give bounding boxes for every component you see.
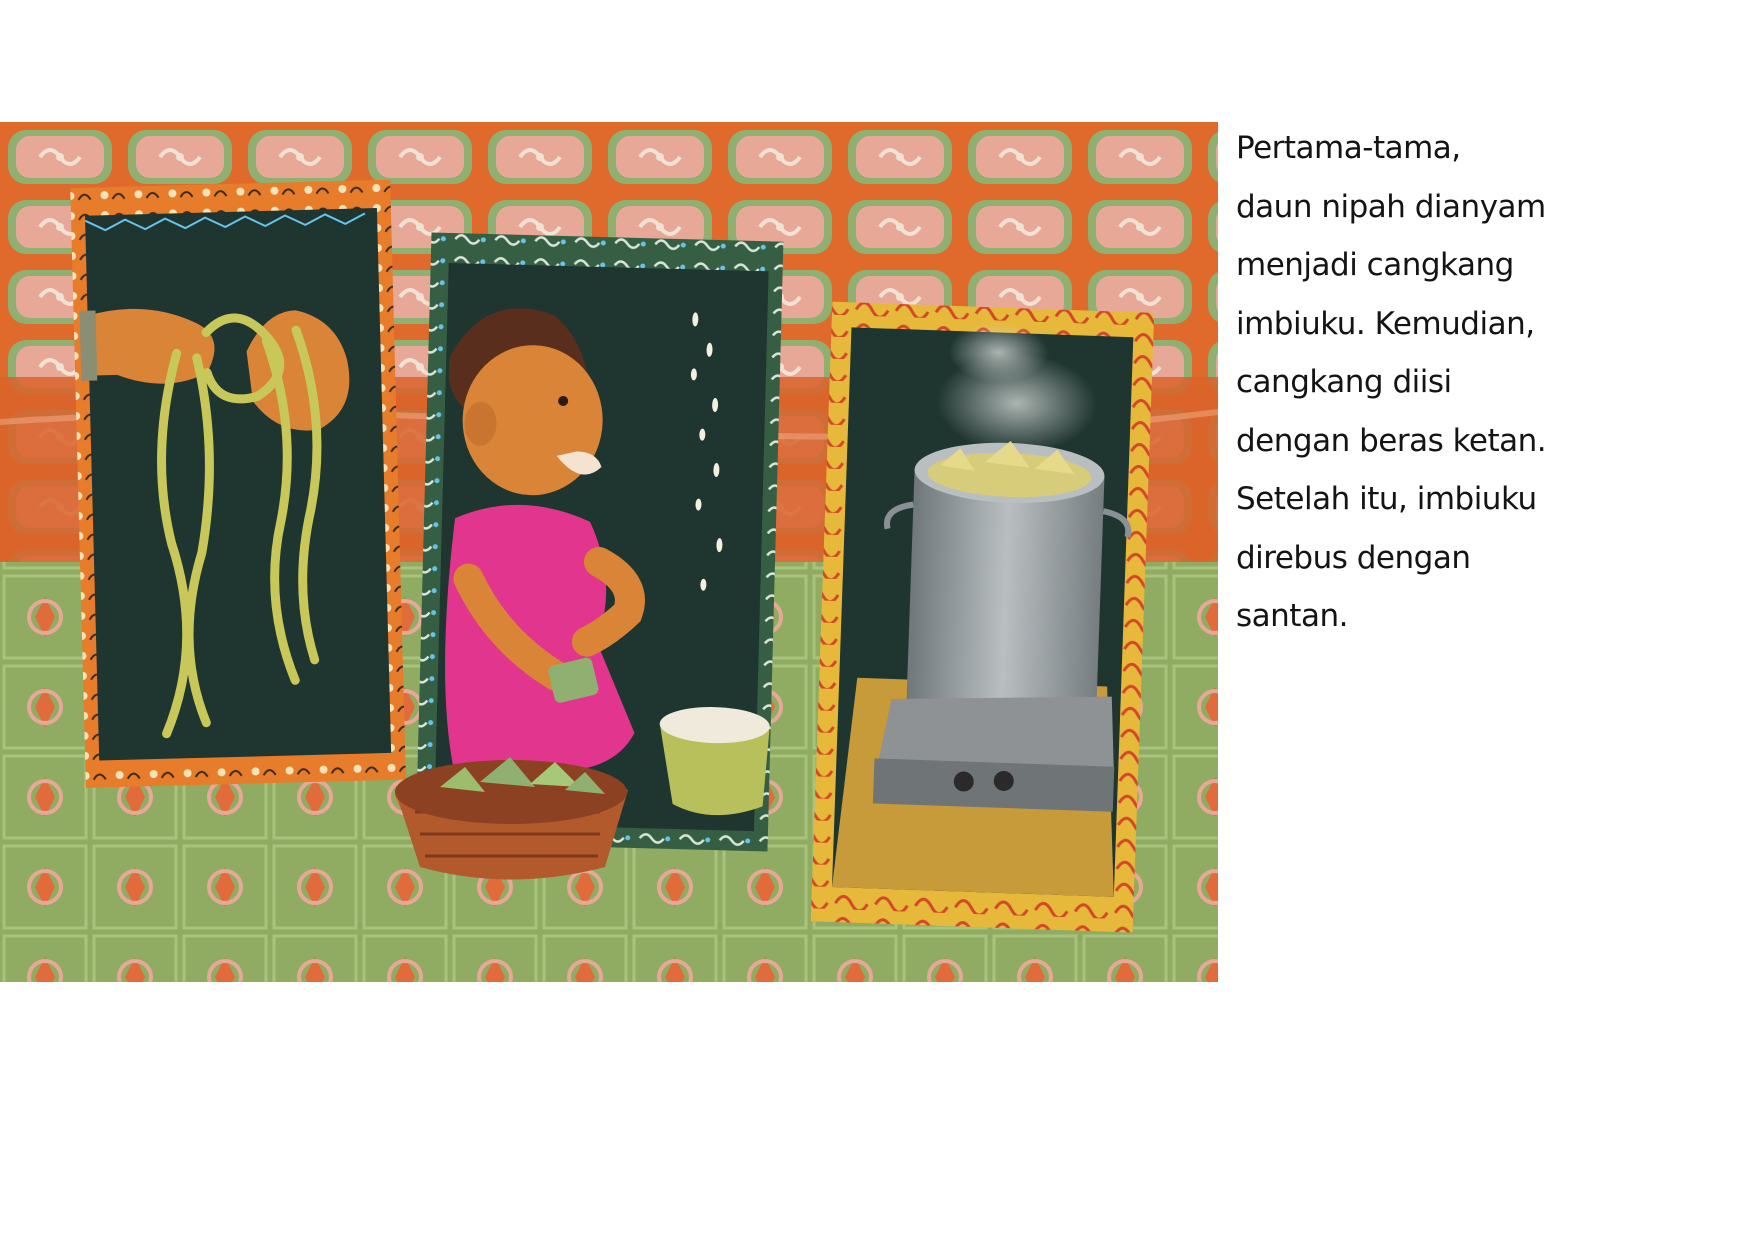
- panel-weaving-leaves: [70, 179, 406, 788]
- story-line: santan.: [1236, 598, 1348, 634]
- story-line: direbus dengan: [1236, 539, 1471, 576]
- story-line: Pertama-tama,: [1236, 130, 1461, 166]
- story-line: daun nipah dianyam: [1236, 188, 1546, 225]
- story-line: menjadi cangkang: [1236, 247, 1514, 283]
- story-text: Pertama-tama, daun nipah dianyam menjadi…: [1236, 119, 1566, 646]
- basket-of-imbiuku: [395, 757, 628, 880]
- story-line: dengan beras ketan.: [1236, 422, 1547, 459]
- rice-bowl: [659, 707, 770, 816]
- story-line: cangkang diisi: [1236, 364, 1452, 400]
- panel-filling-rice: [415, 232, 784, 852]
- story-line: imbiuku. Kemudian,: [1236, 305, 1535, 342]
- story-line: Setelah itu, imbiuku: [1236, 481, 1537, 517]
- panel-boiling-pot: [810, 301, 1155, 933]
- cooking-pot: [883, 440, 1132, 727]
- gas-stove: [872, 696, 1115, 812]
- story-illustration: [0, 122, 1218, 982]
